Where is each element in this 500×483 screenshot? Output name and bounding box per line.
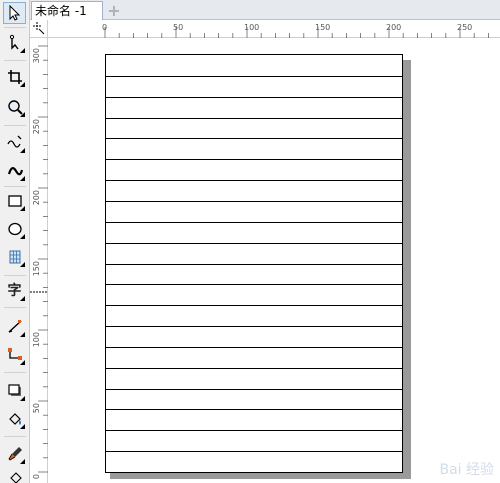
toolbox: 字 bbox=[0, 0, 30, 483]
text-tool-icon[interactable]: 字 bbox=[3, 280, 26, 302]
ruled-line[interactable] bbox=[106, 346, 402, 348]
parallel-dimension-tool-icon[interactable] bbox=[3, 316, 26, 338]
vertical-ruler[interactable]: 300 250 200 150 100 50 0 bbox=[30, 38, 48, 483]
ruler-label: 250 bbox=[32, 119, 41, 134]
ruled-line[interactable] bbox=[106, 409, 402, 411]
ruler-label: 100 bbox=[32, 332, 41, 347]
document-tab[interactable]: 未命名 -1 bbox=[31, 1, 103, 20]
ruled-line[interactable] bbox=[106, 430, 402, 432]
ruled-line[interactable] bbox=[106, 367, 402, 369]
document-tab-bar: 未命名 -1 + bbox=[30, 0, 500, 20]
ruled-line[interactable] bbox=[106, 200, 402, 202]
ellipse-tool-icon[interactable] bbox=[3, 218, 26, 240]
zoom-tool-icon[interactable] bbox=[3, 96, 26, 118]
rectangle-tool-icon[interactable] bbox=[3, 190, 26, 212]
ruler-label: 200 bbox=[386, 23, 401, 32]
ruler-label: 300 bbox=[32, 48, 41, 63]
drawing-page[interactable] bbox=[105, 54, 403, 473]
ruled-line[interactable] bbox=[106, 159, 402, 161]
watermark: Bai 经验 bbox=[439, 462, 494, 478]
ruled-line[interactable] bbox=[106, 263, 402, 265]
ruled-line[interactable] bbox=[106, 138, 402, 140]
ruler-label: 50 bbox=[173, 23, 183, 32]
transparency-tool-icon[interactable] bbox=[3, 408, 26, 430]
ruler-label: 250 bbox=[457, 23, 472, 32]
ruler-label: 100 bbox=[244, 23, 259, 32]
ruler-origin-corner[interactable] bbox=[30, 20, 48, 38]
ruled-line[interactable] bbox=[106, 75, 402, 77]
ruled-line[interactable] bbox=[106, 451, 402, 453]
ruled-line[interactable] bbox=[106, 242, 402, 244]
ruler-origin-icon bbox=[33, 22, 45, 35]
connector-tool-icon[interactable] bbox=[3, 344, 26, 366]
ruled-line[interactable] bbox=[106, 326, 402, 328]
eyedropper-tool-icon[interactable] bbox=[3, 443, 26, 465]
ruled-line[interactable] bbox=[106, 221, 402, 223]
ruled-line[interactable] bbox=[106, 117, 402, 119]
ruled-line[interactable] bbox=[106, 284, 402, 286]
drop-shadow-tool-icon[interactable] bbox=[3, 380, 26, 402]
ruler-label: 150 bbox=[32, 261, 41, 276]
ruler-label: 0 bbox=[102, 23, 107, 32]
ruled-line[interactable] bbox=[106, 180, 402, 182]
graph-paper-tool-icon[interactable] bbox=[3, 246, 26, 268]
pick-tool-icon[interactable] bbox=[3, 2, 26, 24]
artistic-media-tool-icon[interactable] bbox=[3, 160, 26, 182]
fill-tool-icon[interactable] bbox=[3, 468, 26, 483]
crop-tool-icon[interactable] bbox=[3, 66, 26, 88]
ruler-label: 200 bbox=[32, 190, 41, 205]
freehand-tool-icon[interactable] bbox=[3, 132, 26, 154]
ruler-label: 150 bbox=[315, 23, 330, 32]
ruler-label: 50 bbox=[32, 403, 41, 413]
ruled-line[interactable] bbox=[106, 96, 402, 98]
ruler-label: 0 bbox=[32, 474, 41, 479]
ruled-line[interactable] bbox=[106, 388, 402, 390]
ruled-line[interactable] bbox=[106, 305, 402, 307]
new-document-tab-button[interactable]: + bbox=[105, 1, 123, 20]
shape-tool-icon[interactable] bbox=[3, 32, 26, 54]
horizontal-ruler[interactable]: 0 50 100 150 200 250 bbox=[48, 20, 500, 38]
